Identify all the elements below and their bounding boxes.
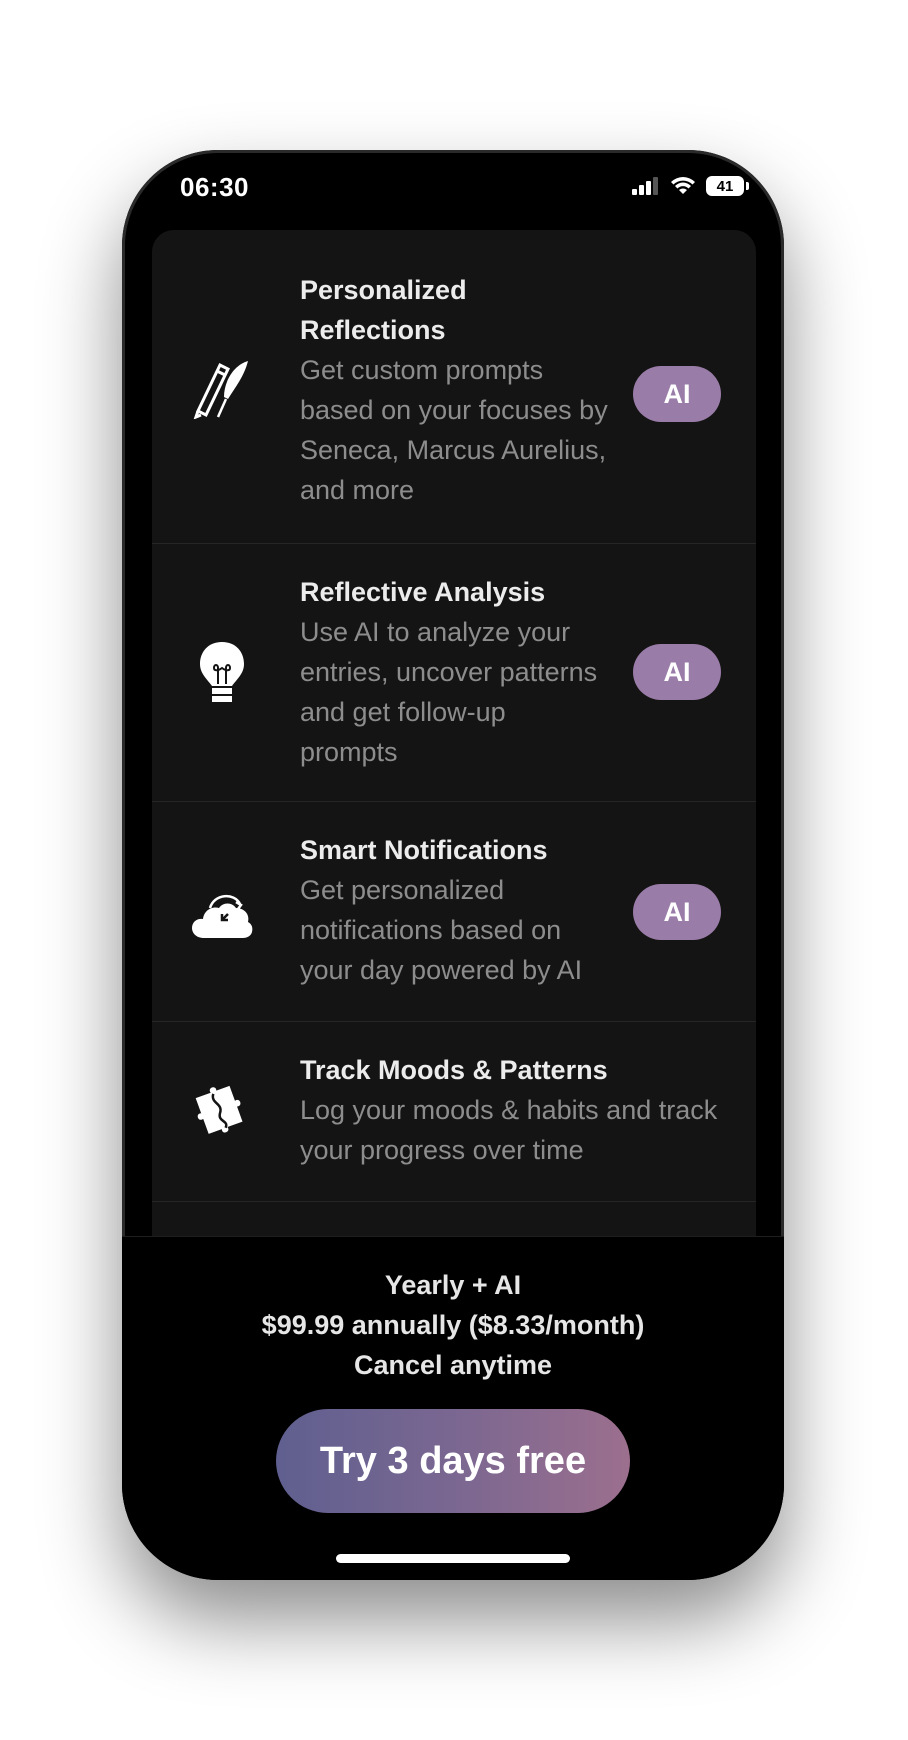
ai-badge: AI <box>633 366 721 422</box>
feature-description: Get custom prompts based on your focuses… <box>300 355 608 505</box>
feature-title: Track Moods & Patterns <box>300 1055 608 1085</box>
ai-badge: AI <box>633 884 721 940</box>
feature-description: Get personalized notifications based on … <box>300 875 583 985</box>
try-free-button[interactable]: Try 3 days free <box>276 1409 630 1513</box>
status-icons: 41 <box>632 176 749 196</box>
cloud-notification-icon <box>190 884 254 948</box>
purchase-panel: Yearly + AI $99.99 annually ($8.33/month… <box>122 1236 784 1580</box>
battery-icon: 41 <box>706 176 749 196</box>
feature-item-smart-notifications: Smart Notifications Get personalized not… <box>152 802 756 1022</box>
feature-item-track-moods: Track Moods & Patterns Log your moods & … <box>152 1022 756 1202</box>
plan-name: Yearly + AI <box>384 1270 522 1300</box>
home-indicator[interactable] <box>336 1554 570 1563</box>
wifi-icon <box>671 177 695 194</box>
status-time: 06:30 <box>180 172 249 202</box>
lightbulb-icon <box>190 642 254 706</box>
signal-icon <box>632 177 658 195</box>
feature-item-personalized-reflections: Personalized Reflections Get custom prom… <box>152 230 756 544</box>
plan-note: Cancel anytime <box>353 1350 553 1380</box>
plan-info: Yearly + AI $99.99 annually ($8.33/month… <box>122 1265 784 1385</box>
feature-item-reflective-analysis: Reflective Analysis Use AI to analyze yo… <box>152 544 756 802</box>
status-bar: 06:30 41 <box>122 150 784 230</box>
feature-title: Personalized Reflections <box>300 275 467 345</box>
feature-title: Reflective Analysis <box>300 577 546 607</box>
feature-description: Use AI to analyze your entries, uncover … <box>300 617 598 767</box>
feature-description: Log your moods & habits and track your p… <box>300 1095 718 1165</box>
feature-list[interactable]: Personalized Reflections Get custom prom… <box>152 230 756 1389</box>
plan-price: $99.99 annually ($8.33/month) <box>261 1310 645 1340</box>
phone-frame: 06:30 41 Personalized Reflections Get cu… <box>122 150 784 1580</box>
puzzle-icon <box>190 1080 254 1144</box>
feature-title: Smart Notifications <box>300 835 548 865</box>
ai-badge: AI <box>633 644 721 700</box>
pencil-quill-icon <box>190 355 254 419</box>
